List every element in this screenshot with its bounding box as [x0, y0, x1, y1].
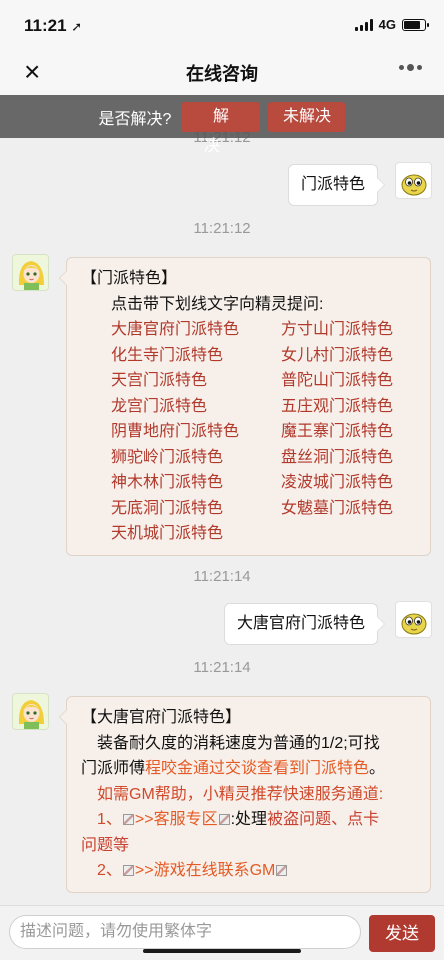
- timestamp: 11:21:14: [193, 659, 251, 676]
- timestamp: 11:21:12: [193, 220, 251, 237]
- user-message-text: 门派特色: [300, 176, 365, 193]
- status-time: 11:21 ➚: [24, 16, 82, 36]
- battery-icon: [402, 18, 429, 31]
- send-button[interactable]: 发送: [369, 915, 435, 952]
- solved-button[interactable]: 解决: [181, 101, 261, 155]
- home-indicator: [143, 949, 301, 953]
- sprite-avatar: [12, 693, 49, 730]
- faction-link[interactable]: 神木林门派特色: [111, 470, 281, 496]
- chat-area[interactable]: 11:21:12 门派特色 11:21:12 【门派特色】 点击带下划线文字向精…: [0, 95, 444, 905]
- faction-link[interactable]: 五庄观门派特色: [281, 394, 431, 420]
- status-time-text: 11:21: [24, 16, 67, 35]
- more-icon[interactable]: [399, 64, 422, 71]
- contact-gm-link[interactable]: >>游戏在线联系GM: [135, 862, 275, 879]
- sprite-avatar-image: [13, 255, 48, 290]
- message-text: 门派师傅: [81, 760, 146, 777]
- message-line: 装备耐久度的消耗速度为普通的1/2;可找: [97, 734, 380, 752]
- sprite-avatar-image: [13, 694, 48, 729]
- message-title: 【大唐官府门派特色】: [81, 709, 242, 726]
- user-message-bubble: 大唐官府门派特色: [223, 603, 386, 645]
- faction-link[interactable]: 女魃墓门派特色: [281, 496, 431, 522]
- faction-link[interactable]: 大唐官府门派特色: [111, 317, 281, 343]
- faction-link[interactable]: 普陀山门派特色: [281, 368, 431, 394]
- faction-link[interactable]: 无底洞门派特色: [111, 496, 281, 522]
- location-icon: ➚: [71, 19, 83, 34]
- issue-link[interactable]: 被盗问题、点卡: [267, 811, 379, 828]
- page-title: 在线咨询: [186, 64, 258, 84]
- faction-link[interactable]: 龙宫门派特色: [111, 394, 281, 420]
- item-number: 1、: [97, 811, 122, 828]
- user-avatar-image: [401, 174, 427, 196]
- image-icon: [122, 814, 134, 825]
- image-icon: [218, 814, 230, 825]
- item-number: 2、: [97, 862, 122, 879]
- resolve-question: 是否解决?: [98, 110, 172, 128]
- faction-link[interactable]: 盘丝洞门派特色: [281, 445, 431, 471]
- gm-help-line: 如需GM帮助，小精灵推荐快速服务通道:: [97, 785, 384, 803]
- message-text: 。: [369, 760, 386, 777]
- npc-link[interactable]: 程咬金通过交谈查看到门派特色: [145, 760, 369, 777]
- status-right: 4G: [354, 17, 429, 32]
- faction-link[interactable]: 魔王寨门派特色: [281, 419, 431, 445]
- faction-link[interactable]: 狮驼岭门派特色: [111, 445, 281, 471]
- message-intro: 点击带下划线文字向精灵提问:: [111, 295, 324, 313]
- sprite-message-bubble: 【门派特色】 点击带下划线文字向精灵提问: 大唐官府门派特色 方寸山门派特色 化…: [59, 257, 431, 556]
- faction-link[interactable]: 女儿村门派特色: [281, 343, 431, 369]
- faction-link[interactable]: 化生寺门派特色: [111, 343, 281, 369]
- message-text: :处理: [230, 811, 268, 828]
- timestamp: 11:21:14: [193, 568, 251, 585]
- user-message-text: 大唐官府门派特色: [236, 615, 365, 632]
- faction-link-list: 大唐官府门派特色 方寸山门派特色 化生寺门派特色 女儿村门派特色 天宫门派特色 …: [81, 317, 420, 547]
- unsolved-button[interactable]: 未解决: [268, 101, 346, 132]
- service-item-2: 2、 >>游戏在线联系GM: [81, 858, 420, 884]
- faction-link[interactable]: 凌波城门派特色: [281, 470, 431, 496]
- nav-bar: × 在线咨询: [0, 50, 444, 95]
- resolve-bar: 是否解决? 解决 未解决: [0, 95, 444, 155]
- faction-link[interactable]: 阴曹地府门派特色: [111, 419, 281, 445]
- faction-link[interactable]: 方寸山门派特色: [281, 317, 431, 343]
- sprite-avatar: [12, 254, 49, 291]
- issue-link-continued[interactable]: 问题等: [81, 833, 420, 859]
- service-item-1: 1、 >>客服专区 :处理被盗问题、点卡: [81, 807, 420, 833]
- message-input[interactable]: [9, 915, 361, 949]
- message-title: 【门派特色】: [81, 270, 178, 287]
- image-icon: [122, 865, 134, 876]
- faction-link[interactable]: 天宫门派特色: [111, 368, 281, 394]
- customer-service-link[interactable]: >>客服专区: [135, 811, 218, 828]
- user-avatar-image: [401, 613, 427, 635]
- status-bar: 11:21 ➚ 4G: [0, 0, 444, 50]
- signal-icon: [354, 18, 373, 31]
- image-icon: [276, 865, 288, 876]
- network-label: 4G: [378, 17, 396, 32]
- message-line: 门派师傅程咬金通过交谈查看到门派特色。: [81, 756, 420, 782]
- user-avatar: [395, 601, 432, 638]
- sprite-message-bubble: 【大唐官府门派特色】 装备耐久度的消耗速度为普通的1/2;可找 门派师傅程咬金通…: [59, 696, 431, 893]
- user-avatar: [395, 162, 432, 199]
- faction-link[interactable]: 天机城门派特色: [111, 521, 281, 547]
- user-message-bubble: 门派特色: [287, 164, 386, 206]
